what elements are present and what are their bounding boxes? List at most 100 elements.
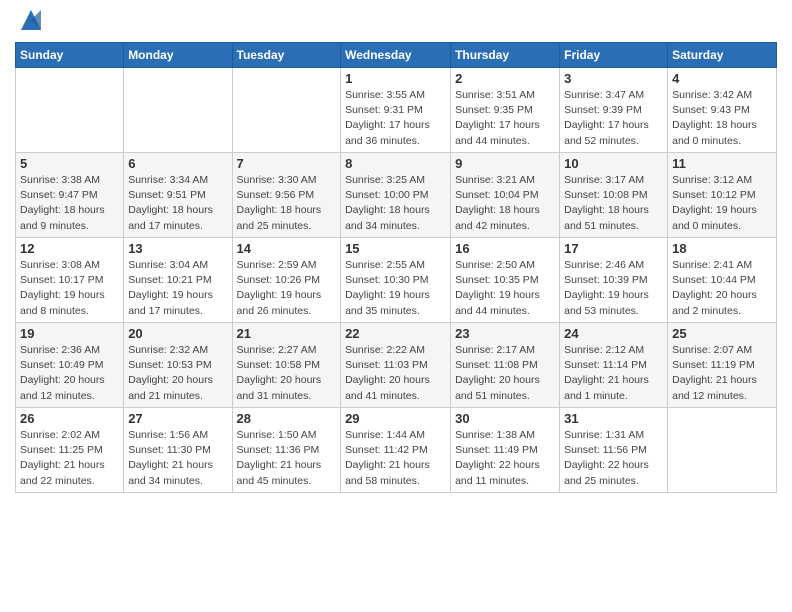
calendar-week-row: 12 Sunrise: 3:08 AM Sunset: 10:17 PM Dayl… xyxy=(16,238,777,323)
calendar-cell: 25 Sunrise: 2:07 AM Sunset: 11:19 PM Dayl… xyxy=(668,323,777,408)
day-number: 2 xyxy=(455,71,555,86)
day-number: 24 xyxy=(564,326,663,341)
calendar-cell: 23 Sunrise: 2:17 AM Sunset: 11:08 PM Dayl… xyxy=(451,323,560,408)
day-info: Sunrise: 3:25 AM Sunset: 10:00 PM Daylig… xyxy=(345,173,446,234)
day-number: 13 xyxy=(128,241,227,256)
calendar-day-header: Saturday xyxy=(668,43,777,68)
calendar-week-row: 5 Sunrise: 3:38 AM Sunset: 9:47 PM Daylig… xyxy=(16,153,777,238)
calendar-cell: 31 Sunrise: 1:31 AM Sunset: 11:56 PM Dayl… xyxy=(560,408,668,493)
day-info: Sunrise: 3:34 AM Sunset: 9:51 PM Dayligh… xyxy=(128,173,227,234)
day-info: Sunrise: 2:59 AM Sunset: 10:26 PM Daylig… xyxy=(237,258,337,319)
day-number: 3 xyxy=(564,71,663,86)
day-number: 7 xyxy=(237,156,337,171)
calendar-day-header: Monday xyxy=(124,43,232,68)
day-info: Sunrise: 2:07 AM Sunset: 11:19 PM Daylig… xyxy=(672,343,772,404)
day-info: Sunrise: 3:38 AM Sunset: 9:47 PM Dayligh… xyxy=(20,173,119,234)
day-number: 10 xyxy=(564,156,663,171)
calendar-cell: 18 Sunrise: 2:41 AM Sunset: 10:44 PM Dayl… xyxy=(668,238,777,323)
day-number: 27 xyxy=(128,411,227,426)
page: SundayMondayTuesdayWednesdayThursdayFrid… xyxy=(0,0,792,612)
calendar-cell: 7 Sunrise: 3:30 AM Sunset: 9:56 PM Daylig… xyxy=(232,153,341,238)
day-info: Sunrise: 2:02 AM Sunset: 11:25 PM Daylig… xyxy=(20,428,119,489)
calendar-cell: 11Sunrise: 3:12 AM Sunset: 10:12 PM Dayl… xyxy=(668,153,777,238)
calendar-cell xyxy=(124,68,232,153)
calendar-day-header: Thursday xyxy=(451,43,560,68)
calendar-cell: 3 Sunrise: 3:47 AM Sunset: 9:39 PM Daylig… xyxy=(560,68,668,153)
calendar-cell: 1Sunrise: 3:55 AM Sunset: 9:31 PM Daylig… xyxy=(341,68,451,153)
logo-icon xyxy=(17,6,45,34)
header xyxy=(15,10,777,34)
calendar-cell: 15 Sunrise: 2:55 AM Sunset: 10:30 PM Dayl… xyxy=(341,238,451,323)
day-number: 30 xyxy=(455,411,555,426)
day-info: Sunrise: 3:12 AM Sunset: 10:12 PM Daylig… xyxy=(672,173,772,234)
calendar-day-header: Wednesday xyxy=(341,43,451,68)
day-info: Sunrise: 2:50 AM Sunset: 10:35 PM Daylig… xyxy=(455,258,555,319)
calendar-cell: 8 Sunrise: 3:25 AM Sunset: 10:00 PM Dayli… xyxy=(341,153,451,238)
calendar-cell: 22 Sunrise: 2:22 AM Sunset: 11:03 PM Dayl… xyxy=(341,323,451,408)
day-info: Sunrise: 3:55 AM Sunset: 9:31 PM Dayligh… xyxy=(345,88,446,149)
day-number: 26 xyxy=(20,411,119,426)
calendar-cell: 21Sunrise: 2:27 AM Sunset: 10:58 PM Dayl… xyxy=(232,323,341,408)
calendar-cell: 13 Sunrise: 3:04 AM Sunset: 10:21 PM Dayl… xyxy=(124,238,232,323)
day-info: Sunrise: 3:08 AM Sunset: 10:17 PM Daylig… xyxy=(20,258,119,319)
day-number: 18 xyxy=(672,241,772,256)
calendar-cell: 30 Sunrise: 1:38 AM Sunset: 11:49 PM Dayl… xyxy=(451,408,560,493)
day-number: 23 xyxy=(455,326,555,341)
day-info: Sunrise: 2:46 AM Sunset: 10:39 PM Daylig… xyxy=(564,258,663,319)
day-info: Sunrise: 2:32 AM Sunset: 10:53 PM Daylig… xyxy=(128,343,227,404)
day-number: 9 xyxy=(455,156,555,171)
calendar-header-row: SundayMondayTuesdayWednesdayThursdayFrid… xyxy=(16,43,777,68)
calendar-cell xyxy=(16,68,124,153)
day-number: 20 xyxy=(128,326,227,341)
day-number: 31 xyxy=(564,411,663,426)
calendar-cell: 10 Sunrise: 3:17 AM Sunset: 10:08 PM Dayl… xyxy=(560,153,668,238)
day-info: Sunrise: 3:42 AM Sunset: 9:43 PM Dayligh… xyxy=(672,88,772,149)
day-number: 17 xyxy=(564,241,663,256)
day-number: 16 xyxy=(455,241,555,256)
logo xyxy=(15,10,45,34)
calendar-cell: 9Sunrise: 3:21 AM Sunset: 10:04 PM Dayli… xyxy=(451,153,560,238)
day-info: Sunrise: 3:17 AM Sunset: 10:08 PM Daylig… xyxy=(564,173,663,234)
day-info: Sunrise: 1:50 AM Sunset: 11:36 PM Daylig… xyxy=(237,428,337,489)
day-info: Sunrise: 3:47 AM Sunset: 9:39 PM Dayligh… xyxy=(564,88,663,149)
calendar-cell: 24 Sunrise: 2:12 AM Sunset: 11:14 PM Dayl… xyxy=(560,323,668,408)
calendar-cell: 17 Sunrise: 2:46 AM Sunset: 10:39 PM Dayl… xyxy=(560,238,668,323)
day-info: Sunrise: 1:56 AM Sunset: 11:30 PM Daylig… xyxy=(128,428,227,489)
day-info: Sunrise: 1:38 AM Sunset: 11:49 PM Daylig… xyxy=(455,428,555,489)
calendar-cell: 16 Sunrise: 2:50 AM Sunset: 10:35 PM Dayl… xyxy=(451,238,560,323)
day-info: Sunrise: 3:51 AM Sunset: 9:35 PM Dayligh… xyxy=(455,88,555,149)
day-number: 25 xyxy=(672,326,772,341)
calendar-cell: 4Sunrise: 3:42 AM Sunset: 9:43 PM Daylig… xyxy=(668,68,777,153)
calendar-table: SundayMondayTuesdayWednesdayThursdayFrid… xyxy=(15,42,777,493)
calendar-day-header: Tuesday xyxy=(232,43,341,68)
calendar-cell: 14 Sunrise: 2:59 AM Sunset: 10:26 PM Dayl… xyxy=(232,238,341,323)
day-info: Sunrise: 2:12 AM Sunset: 11:14 PM Daylig… xyxy=(564,343,663,404)
day-info: Sunrise: 2:27 AM Sunset: 10:58 PM Daylig… xyxy=(237,343,337,404)
day-info: Sunrise: 1:44 AM Sunset: 11:42 PM Daylig… xyxy=(345,428,446,489)
day-number: 22 xyxy=(345,326,446,341)
day-info: Sunrise: 2:55 AM Sunset: 10:30 PM Daylig… xyxy=(345,258,446,319)
day-number: 14 xyxy=(237,241,337,256)
day-number: 29 xyxy=(345,411,446,426)
calendar-cell xyxy=(232,68,341,153)
day-number: 6 xyxy=(128,156,227,171)
day-info: Sunrise: 2:22 AM Sunset: 11:03 PM Daylig… xyxy=(345,343,446,404)
day-info: Sunrise: 3:30 AM Sunset: 9:56 PM Dayligh… xyxy=(237,173,337,234)
day-number: 15 xyxy=(345,241,446,256)
day-number: 28 xyxy=(237,411,337,426)
day-info: Sunrise: 1:31 AM Sunset: 11:56 PM Daylig… xyxy=(564,428,663,489)
calendar-day-header: Friday xyxy=(560,43,668,68)
day-number: 8 xyxy=(345,156,446,171)
calendar-cell: 12 Sunrise: 3:08 AM Sunset: 10:17 PM Dayl… xyxy=(16,238,124,323)
day-info: Sunrise: 2:36 AM Sunset: 10:49 PM Daylig… xyxy=(20,343,119,404)
day-info: Sunrise: 2:17 AM Sunset: 11:08 PM Daylig… xyxy=(455,343,555,404)
day-info: Sunrise: 3:04 AM Sunset: 10:21 PM Daylig… xyxy=(128,258,227,319)
calendar-cell: 19Sunrise: 2:36 AM Sunset: 10:49 PM Dayl… xyxy=(16,323,124,408)
calendar-cell: 29 Sunrise: 1:44 AM Sunset: 11:42 PM Dayl… xyxy=(341,408,451,493)
day-number: 5 xyxy=(20,156,119,171)
calendar-cell xyxy=(668,408,777,493)
calendar-cell: 6 Sunrise: 3:34 AM Sunset: 9:51 PM Daylig… xyxy=(124,153,232,238)
day-number: 12 xyxy=(20,241,119,256)
day-info: Sunrise: 2:41 AM Sunset: 10:44 PM Daylig… xyxy=(672,258,772,319)
calendar-cell: 26 Sunrise: 2:02 AM Sunset: 11:25 PM Dayl… xyxy=(16,408,124,493)
